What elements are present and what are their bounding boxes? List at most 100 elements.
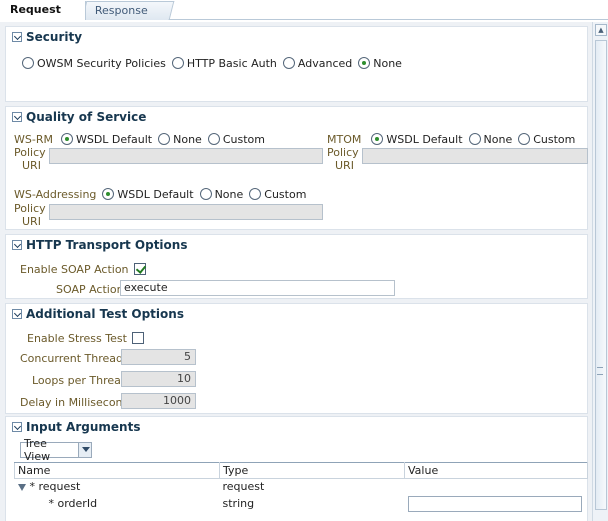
collapse-icon[interactable]: [12, 32, 22, 42]
stress-checkbox[interactable]: [131, 332, 144, 344]
mtom-none[interactable]: None: [468, 132, 513, 146]
threads-value: 5: [184, 350, 191, 363]
view-select[interactable]: Tree View: [20, 437, 92, 463]
test-title: Additional Test Options: [26, 307, 184, 321]
loops-value: 10: [177, 372, 191, 385]
soap-action-input[interactable]: execute: [120, 280, 395, 296]
col-value[interactable]: Value: [404, 462, 588, 479]
radio-label: Custom: [264, 187, 307, 201]
delay-input[interactable]: 1000: [121, 393, 196, 409]
qos-header[interactable]: Quality of Service: [12, 109, 146, 125]
radio-selected-icon[interactable]: [102, 188, 115, 200]
view-select-value: Tree View: [24, 437, 51, 463]
order-id-value-input[interactable]: [407, 495, 582, 512]
scrollbar-thumb[interactable]: [595, 40, 607, 510]
radio-icon[interactable]: [468, 133, 481, 145]
scrollbar-grip-icon: [597, 367, 603, 375]
radio-icon[interactable]: [207, 133, 220, 145]
radio-icon[interactable]: [282, 57, 295, 69]
radio-label: None: [214, 187, 244, 201]
radio-label: None: [483, 132, 513, 146]
mtom-wsdl-default[interactable]: WSDL Default: [371, 132, 463, 146]
loops-input[interactable]: 10: [121, 371, 196, 387]
wsaddr-row: WS-Addressing WSDL Default None Custom: [14, 186, 312, 202]
tab-bar: Response Request: [0, 0, 608, 22]
wsaddr-uri-label: URI: [22, 214, 41, 228]
http-header[interactable]: HTTP Transport Options: [12, 237, 187, 253]
radio-label: WSDL Default: [117, 187, 194, 201]
tab-response[interactable]: Response: [81, 1, 175, 20]
arg-name-cell: * request: [15, 479, 220, 495]
radio-label: None: [373, 56, 402, 70]
wsrm-none[interactable]: None: [158, 133, 202, 146]
threads-input[interactable]: 5: [121, 349, 196, 365]
uri-label: URI: [22, 158, 41, 172]
security-header[interactable]: Security: [12, 29, 82, 45]
qos-title: Quality of Service: [26, 110, 147, 124]
radio-owsm[interactable]: OWSM Security Policies: [22, 57, 166, 70]
collapse-icon[interactable]: [12, 309, 22, 319]
uri-label: URI: [335, 158, 354, 172]
collapse-icon[interactable]: [12, 240, 22, 250]
form-viewport: Security OWSM Security Policies HTTP Bas…: [0, 22, 608, 521]
collapse-icon[interactable]: [12, 112, 22, 122]
wsrm-uri-label: URI: [22, 158, 41, 172]
wsaddr-policy-uri-input[interactable]: [49, 204, 323, 220]
scroll-up-icon[interactable]: ▲: [595, 24, 607, 36]
wsrm-label: WS-RM: [14, 132, 53, 146]
radio-icon[interactable]: [518, 133, 531, 145]
http-section: HTTP Transport Options Enable SOAP Actio…: [5, 234, 588, 299]
http-title: HTTP Transport Options: [26, 238, 188, 252]
mtom-policy-label: Policy: [327, 145, 359, 159]
wsrm-row: WS-RM WSDL Default None Custom: [14, 131, 271, 147]
wsaddr-none[interactable]: None: [199, 187, 244, 201]
radio-label: Custom: [222, 132, 265, 146]
stress-label: Enable Stress Test: [27, 331, 127, 345]
col-name[interactable]: Name: [14, 462, 220, 479]
security-section: Security OWSM Security Policies HTTP Bas…: [5, 26, 588, 102]
wsaddr-custom[interactable]: Custom: [249, 188, 306, 201]
radio-http-basic[interactable]: HTTP Basic Auth: [171, 57, 277, 70]
vertical-scrollbar[interactable]: ▲: [592, 22, 608, 521]
loops-row: Loops per Thread: [32, 372, 128, 388]
stress-row: Enable Stress Test: [27, 330, 144, 346]
delay-label: Delay in Milliseconds: [20, 395, 136, 409]
radio-selected-icon[interactable]: [60, 133, 73, 145]
radio-icon[interactable]: [199, 188, 212, 200]
collapse-icon[interactable]: [12, 422, 22, 432]
delay-row: Delay in Milliseconds: [20, 394, 135, 410]
wsrm-wsdl-default[interactable]: WSDL Default: [60, 133, 152, 146]
chevron-down-icon[interactable]: [77, 443, 91, 457]
radio-selected-icon[interactable]: [358, 57, 371, 69]
tab-response-label: Response: [94, 4, 148, 17]
wsrm-custom[interactable]: Custom: [207, 132, 265, 146]
radio-icon[interactable]: [158, 133, 171, 145]
wsrm-policy-uri-input[interactable]: [49, 148, 323, 164]
mtom-custom[interactable]: Custom: [518, 133, 575, 146]
radio-advanced[interactable]: Advanced: [282, 57, 352, 70]
test-header[interactable]: Additional Test Options: [12, 306, 184, 322]
arg-name: * request: [29, 480, 81, 494]
radio-selected-icon[interactable]: [371, 133, 384, 145]
mtom-policy-uri-input[interactable]: [362, 148, 588, 164]
policy-label: Policy: [14, 145, 46, 159]
radio-icon[interactable]: [22, 57, 34, 69]
delay-value: 1000: [163, 394, 191, 407]
radio-none[interactable]: None: [358, 57, 402, 70]
enable-soap-row: Enable SOAP Action: [20, 261, 146, 277]
inputs-header[interactable]: Input Arguments: [12, 419, 140, 435]
wsaddr-wsdl-default[interactable]: WSDL Default: [102, 187, 194, 201]
radio-icon[interactable]: [249, 188, 262, 200]
radio-label: WSDL Default: [386, 132, 463, 146]
security-title: Security: [26, 30, 83, 44]
enable-soap-checkbox[interactable]: [133, 263, 146, 275]
table-row: * orderId string: [15, 495, 588, 513]
policy-label: Policy: [14, 201, 46, 215]
radio-icon[interactable]: [171, 57, 184, 69]
col-type[interactable]: Type: [219, 462, 405, 479]
soap-action-row: SOAP Action: [56, 281, 124, 297]
expand-triangle-icon[interactable]: [17, 483, 26, 491]
soap-action-value: execute: [124, 281, 168, 294]
tab-request[interactable]: Request: [0, 1, 86, 20]
arg-type: string: [222, 497, 255, 510]
